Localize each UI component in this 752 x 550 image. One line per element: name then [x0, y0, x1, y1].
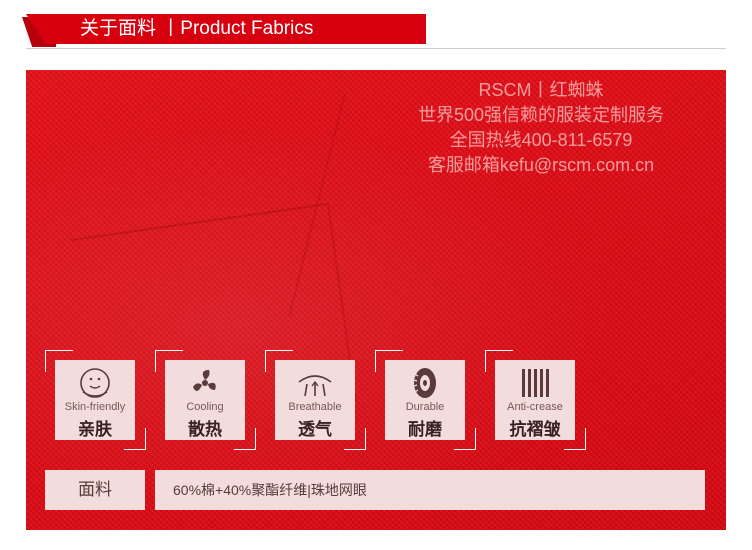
- watermark-hotline: 全国热线400-811-6579: [449, 130, 633, 150]
- feature-cn-label: 亲肤: [78, 420, 112, 439]
- header-divider: [26, 48, 726, 49]
- fan-icon: [193, 370, 216, 392]
- baby-icon: [80, 368, 110, 398]
- feature-en-label: Skin-friendly: [64, 401, 126, 413]
- feature-cn-label: 散热: [188, 420, 222, 439]
- material-value: 60%棉+40%聚酯纤维|珠地网眼: [155, 470, 705, 510]
- feature-anti-crease: Anti-crease 抗褶皱: [495, 360, 575, 440]
- watermark-brand: RSCM丨红蜘蛛: [478, 80, 604, 100]
- tire-icon: [413, 368, 436, 398]
- section-title: 关于面料 丨Product Fabrics: [80, 18, 314, 39]
- breathable-icon: [298, 375, 332, 397]
- watermark-email: 客服邮箱kefu@rscm.com.cn: [427, 155, 655, 175]
- fabric-photo: RSCM丨红蜘蛛 世界500强信赖的服装定制服务 全国热线400-811-657…: [26, 70, 726, 530]
- card-corner: [344, 428, 366, 450]
- feature-cn-label: 抗褶皱: [509, 420, 561, 439]
- card-corner: [564, 428, 586, 450]
- feature-durable: Durable 耐磨: [385, 360, 465, 440]
- feature-en-label: Durable: [405, 401, 445, 413]
- card-corner: [234, 428, 256, 450]
- feature-skin-friendly: Skin-friendly 亲肤: [55, 360, 135, 440]
- stripes-icon: [522, 369, 549, 397]
- feature-cn-label: 耐磨: [408, 420, 442, 439]
- feature-cn-label: 透气: [298, 420, 332, 439]
- material-label: 面料: [45, 470, 145, 510]
- card-corner: [124, 428, 146, 450]
- feature-cooling: Cooling 散热: [165, 360, 245, 440]
- feature-en-label: Anti-crease: [507, 401, 563, 413]
- feature-en-label: Breathable: [288, 401, 342, 413]
- feature-breathable: Breathable 透气: [275, 360, 355, 440]
- watermark-slogan: 世界500强信赖的服装定制服务: [417, 105, 665, 125]
- feature-en-label: Cooling: [186, 401, 224, 413]
- card-corner: [454, 428, 476, 450]
